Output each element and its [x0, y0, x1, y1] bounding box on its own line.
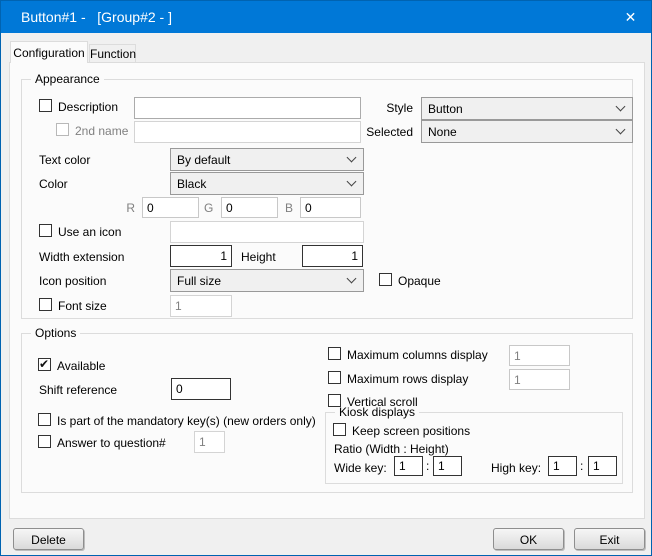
answer-question-label: Answer to question# [57, 436, 166, 450]
g-label: G [204, 201, 213, 215]
icon-position-dropdown[interactable]: Full size [170, 269, 364, 292]
use-icon-label: Use an icon [58, 225, 121, 239]
vertical-scroll-label: Vertical scroll [347, 395, 418, 409]
mandatory-key-checkbox[interactable] [38, 413, 51, 426]
chevron-down-icon [347, 153, 357, 163]
chevron-down-icon [616, 125, 626, 135]
use-icon-input[interactable] [170, 221, 364, 243]
style-dropdown[interactable]: Button [421, 97, 633, 120]
color-dropdown[interactable]: Black [170, 172, 364, 195]
second-name-input[interactable] [134, 121, 361, 143]
exit-button[interactable]: Exit [574, 528, 645, 550]
max-columns-checkbox[interactable] [328, 347, 341, 360]
keep-screen-positions-label: Keep screen positions [352, 424, 470, 438]
shift-reference-input[interactable] [171, 378, 231, 400]
window-title: Button#1 - [Group#2 - ] [21, 1, 172, 33]
wide-key-input-2[interactable] [433, 456, 462, 476]
r-input[interactable] [142, 197, 199, 218]
dialog-window: Button#1 - [Group#2 - ] ✕ Configuration … [0, 0, 652, 556]
text-color-label: Text color [39, 153, 90, 167]
keep-screen-positions-checkbox[interactable] [333, 423, 346, 436]
answer-question-input[interactable] [194, 431, 225, 453]
icon-position-label: Icon position [39, 274, 106, 288]
wide-key-colon: : [426, 459, 429, 473]
available-checkbox[interactable] [38, 358, 51, 371]
available-label: Available [57, 359, 105, 373]
options-legend: Options [31, 326, 80, 340]
shift-reference-label: Shift reference [39, 383, 117, 397]
delete-button[interactable]: Delete [13, 528, 84, 550]
ratio-label: Ratio (Width : Height) [334, 442, 449, 456]
opaque-checkbox[interactable] [379, 273, 392, 286]
max-columns-label: Maximum columns display [347, 348, 488, 362]
wide-key-input-1[interactable] [394, 456, 423, 476]
vertical-scroll-checkbox[interactable] [328, 394, 341, 407]
selected-label: Selected [341, 125, 413, 139]
width-extension-input[interactable] [170, 245, 232, 267]
opaque-label: Opaque [398, 274, 441, 288]
style-label: Style [341, 101, 413, 115]
close-button[interactable]: ✕ [608, 1, 652, 33]
second-name-checkbox[interactable] [56, 123, 69, 136]
font-size-input[interactable] [170, 295, 232, 317]
second-name-label: 2nd name [75, 124, 128, 138]
r-label: R [119, 201, 135, 215]
selected-dropdown-value: None [428, 125, 457, 139]
chevron-down-icon [616, 102, 626, 112]
font-size-checkbox[interactable] [39, 298, 52, 311]
ok-button[interactable]: OK [493, 528, 564, 550]
b-input[interactable] [300, 197, 361, 218]
mandatory-key-label: Is part of the mandatory key(s) (new ord… [57, 414, 316, 428]
height-label: Height [241, 250, 276, 264]
font-size-label: Font size [58, 299, 107, 313]
titlebar[interactable]: Button#1 - [Group#2 - ] ✕ [1, 1, 652, 33]
answer-question-checkbox[interactable] [38, 435, 51, 448]
description-label: Description [58, 100, 118, 114]
tab-configuration[interactable]: Configuration [10, 41, 88, 63]
chevron-down-icon [347, 274, 357, 284]
style-dropdown-value: Button [428, 102, 463, 116]
high-key-colon: : [580, 459, 583, 473]
icon-position-dropdown-value: Full size [177, 274, 221, 288]
text-color-dropdown[interactable]: By default [170, 148, 364, 171]
text-color-dropdown-value: By default [177, 153, 230, 167]
close-icon: ✕ [625, 9, 637, 26]
color-label: Color [39, 177, 68, 191]
max-columns-input[interactable] [509, 345, 570, 366]
max-rows-label: Maximum rows display [347, 372, 468, 386]
tab-function[interactable]: Function [89, 44, 136, 62]
use-icon-checkbox[interactable] [39, 224, 52, 237]
description-input[interactable] [134, 97, 361, 119]
b-label: B [285, 201, 293, 215]
description-checkbox[interactable] [39, 99, 52, 112]
wide-key-label: Wide key: [334, 461, 387, 475]
chevron-down-icon [347, 177, 357, 187]
appearance-legend: Appearance [31, 72, 104, 86]
color-dropdown-value: Black [177, 177, 206, 191]
high-key-input-2[interactable] [588, 456, 617, 476]
max-rows-checkbox[interactable] [328, 371, 341, 384]
width-extension-label: Width extension [39, 250, 124, 264]
max-rows-input[interactable] [509, 369, 570, 390]
height-input[interactable] [302, 245, 363, 267]
high-key-label: High key: [491, 461, 541, 475]
g-input[interactable] [221, 197, 278, 218]
high-key-input-1[interactable] [548, 456, 577, 476]
selected-dropdown[interactable]: None [421, 120, 633, 143]
